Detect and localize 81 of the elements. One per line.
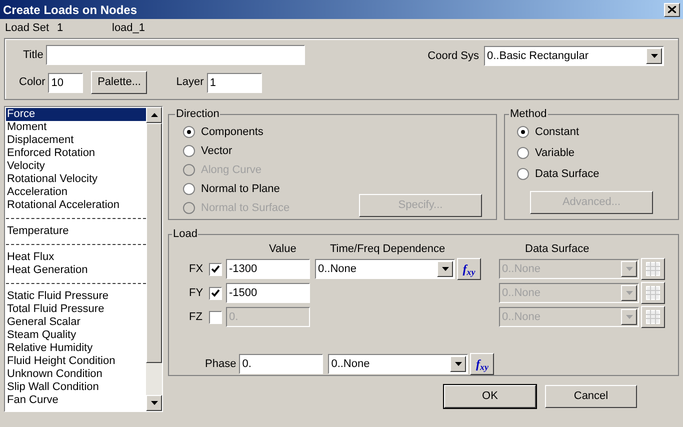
up-arrow-icon	[150, 113, 158, 117]
title-label: Title	[23, 48, 44, 63]
dialog-button[interactable]: Cancel	[545, 385, 637, 408]
title-field[interactable]	[46, 45, 306, 65]
grid-icon	[646, 262, 660, 276]
method-title: Method	[509, 107, 548, 122]
layer-label: Layer	[176, 75, 204, 90]
layer-field[interactable]: 1	[206, 72, 262, 92]
list-item[interactable]: Static Fluid Pressure	[6, 290, 146, 303]
list-item[interactable]: Relative Humidity	[6, 342, 146, 355]
checkbox[interactable]	[209, 286, 222, 300]
list-item[interactable]: Rotational Velocity	[6, 173, 146, 186]
radio-label: Data Surface	[535, 166, 600, 182]
close-icon	[668, 6, 676, 13]
radio-button[interactable]	[517, 147, 529, 159]
list-item[interactable]: Rotational Acceleration	[6, 199, 146, 212]
radio-label: Vector	[201, 144, 232, 159]
list-item[interactable]: Fan Curve	[6, 394, 146, 407]
window-title: Create Loads on Nodes	[3, 2, 138, 18]
list-item[interactable]: Heat Flux	[6, 251, 146, 264]
direction-title: Direction	[175, 107, 220, 122]
table-button[interactable]	[641, 306, 665, 328]
column-header: Value	[269, 242, 297, 258]
coord-sys-label: Coord Sys	[428, 49, 479, 64]
grid-icon	[646, 310, 660, 324]
palette-button[interactable]: Palette...	[91, 71, 148, 94]
radio-button[interactable]	[183, 145, 195, 157]
list-item[interactable]: Fluid Height Condition	[6, 355, 146, 368]
grid-icon	[646, 286, 660, 300]
scroll-up-button[interactable]	[146, 107, 162, 123]
load-set-label: Load Set	[5, 21, 50, 36]
load-title: Load	[172, 227, 198, 242]
list-item[interactable]: Moment	[6, 121, 146, 134]
phase-field[interactable]: 0.	[239, 354, 324, 374]
value-field[interactable]: -1500	[226, 283, 310, 303]
function-button[interactable]: f$_{xy}$	[470, 353, 494, 375]
color-field[interactable]: 10	[48, 72, 84, 92]
coord-sys-dropdown[interactable]: 0..Basic Rectangular	[484, 46, 664, 66]
table-button[interactable]	[641, 258, 665, 280]
dialog-button[interactable]: OK	[444, 385, 536, 408]
list-item[interactable]: Temperature	[6, 225, 146, 238]
column-header: Time/Freq Dependence	[330, 242, 446, 258]
column-header: Data Surface	[525, 242, 590, 258]
load-set-name: load_1	[112, 21, 146, 36]
radio-label: Normal to Plane	[201, 182, 280, 197]
radio-label: Constant	[535, 124, 580, 140]
scroll-down-button[interactable]	[146, 395, 162, 411]
list-item[interactable]: Force	[6, 108, 146, 121]
load-set-number: 1	[57, 21, 64, 36]
time-dependence-dropdown[interactable]: 0..None	[328, 354, 468, 374]
value-field[interactable]: -1300	[226, 259, 310, 279]
list-item[interactable]: Velocity	[6, 160, 146, 173]
radio-label: Variable	[535, 146, 575, 161]
list-item[interactable]: Total Fluid Pressure	[6, 303, 146, 316]
radio-label: Components	[201, 124, 264, 140]
checkbox[interactable]	[209, 310, 222, 324]
list-item[interactable]: Displacement	[6, 134, 146, 147]
radio-button[interactable]	[183, 183, 195, 195]
radio-button[interactable]	[183, 126, 195, 138]
list-item[interactable]: Enforced Rotation	[6, 147, 146, 160]
scrollbar[interactable]	[146, 107, 162, 411]
close-button[interactable]	[664, 2, 680, 16]
component-label: FX	[189, 262, 204, 277]
checkbox[interactable]	[209, 262, 222, 276]
down-arrow-icon	[150, 401, 158, 405]
list-item[interactable]: Heat Generation	[6, 264, 146, 277]
list-item[interactable]: Acceleration	[6, 186, 146, 199]
list-item[interactable]: General Scalar	[6, 316, 146, 329]
phase-label: Phase	[205, 356, 236, 372]
radio-button[interactable]	[517, 168, 529, 180]
list-item[interactable]: Unknown Condition	[6, 368, 146, 381]
scroll-thumb[interactable]	[146, 123, 162, 363]
function-button[interactable]: f$_{xy}$	[457, 258, 481, 280]
list-item[interactable]: Steam Quality	[6, 329, 146, 342]
time-dependence-dropdown[interactable]: 0..None	[315, 259, 455, 279]
table-button[interactable]	[641, 282, 665, 304]
color-label: Color	[19, 75, 46, 90]
list-item[interactable]: Slip Wall Condition	[6, 381, 146, 394]
component-label: FY	[189, 286, 204, 301]
component-label: FZ	[189, 310, 204, 325]
radio-button[interactable]	[517, 126, 529, 138]
